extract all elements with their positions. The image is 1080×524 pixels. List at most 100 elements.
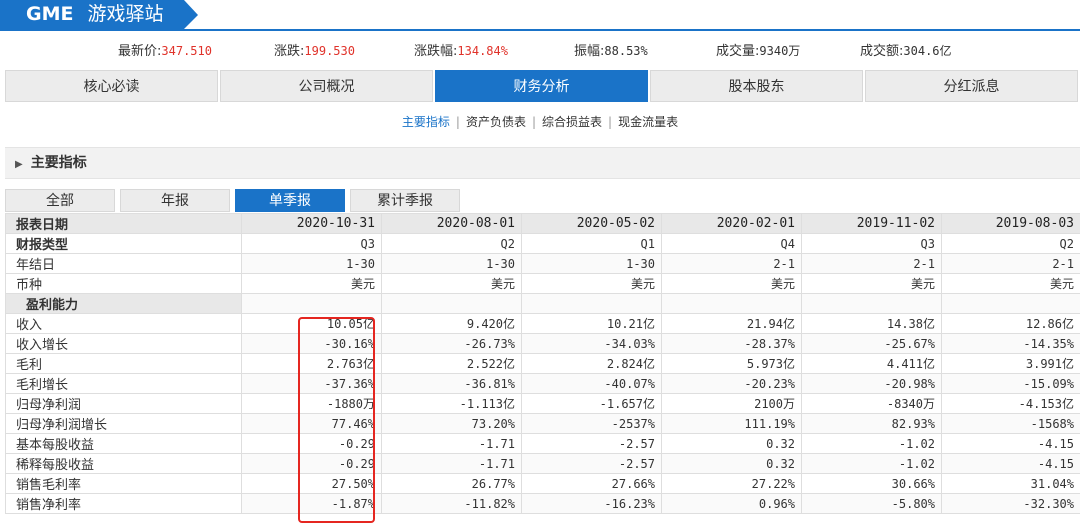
sub-navigation: 主要指标 | 资产负债表 | 综合损益表 | 现金流量表 (0, 113, 1080, 130)
stock-title: GME 游戏驿站 (0, 0, 198, 29)
quote-item: 最新价:347.510 (118, 40, 212, 59)
table-cell: -37.36% (241, 373, 382, 394)
table-cell: 30.66% (801, 473, 942, 494)
table-cell: 31.04% (941, 473, 1080, 494)
company-name: 游戏驿站 (87, 3, 164, 25)
tab-2[interactable]: 财务分析 (435, 70, 648, 102)
quote-item: 涨跌:199.530 (274, 40, 355, 59)
header-bar: GME 游戏驿站 (0, 0, 1080, 31)
table-cell: 0.32 (661, 433, 802, 454)
table-cell: Q3 (801, 233, 942, 254)
table-cell: 美元 (801, 273, 942, 294)
quote-item: 成交量:9340万 (716, 40, 800, 59)
quote-label: 最新价: (118, 44, 162, 59)
subnav-link[interactable]: 综合损益表 (542, 115, 602, 129)
quote-value: 304.6亿 (903, 44, 952, 58)
row-label: 盈利能力 (5, 293, 242, 314)
section-header[interactable]: ▶ 主要指标 (5, 147, 1080, 179)
quote-value: 347.510 (161, 44, 212, 58)
table-cell: 111.19% (661, 413, 802, 434)
tab-0[interactable]: 核心必读 (5, 70, 218, 102)
column-header-date: 2020-02-01 (661, 213, 802, 234)
table-cell: Q2 (941, 233, 1080, 254)
row-label: 归母净利润 (5, 393, 242, 414)
table-cell: 27.50% (241, 473, 382, 494)
row-label: 年结日 (5, 253, 242, 274)
table-cell (381, 293, 522, 314)
subnav-link[interactable]: 资产负债表 (466, 115, 526, 129)
row-label: 收入增长 (5, 333, 242, 354)
table-cell (801, 293, 942, 314)
table-cell: -1568% (941, 413, 1080, 434)
table-cell: 2-1 (941, 253, 1080, 274)
table-cell: 2.824亿 (521, 353, 662, 374)
table-cell: 美元 (521, 273, 662, 294)
table-cell: -0.29 (241, 433, 382, 454)
table-cell: -4.15 (941, 453, 1080, 474)
main-tabs: 核心必读 公司概况 财务分析 股本股东 分红派息 (5, 70, 1080, 102)
table-cell: -26.73% (381, 333, 522, 354)
row-label: 毛利 (5, 353, 242, 374)
table-cell: -34.03% (521, 333, 662, 354)
table-cell: -30.16% (241, 333, 382, 354)
table-row: 基本每股收益 -0.29 -1.71 -2.57 0.32 -1.02 -4.15 (5, 433, 1080, 454)
table-cell (241, 293, 382, 314)
tab-3[interactable]: 股本股东 (650, 70, 863, 102)
table-cell: 2.522亿 (381, 353, 522, 374)
column-header-date: 2019-11-02 (801, 213, 942, 234)
table-cell: 26.77% (381, 473, 522, 494)
table-cell: 美元 (241, 273, 382, 294)
table-cell: 10.05亿 (241, 313, 382, 334)
table-header-row: 报表日期 2020-10-31 2020-08-01 2020-05-02 2020-0… (5, 213, 1080, 234)
subnav-link[interactable]: 现金流量表 (618, 115, 678, 129)
period-tab[interactable]: 全部 (5, 189, 115, 212)
quote-value: 199.530 (304, 44, 355, 58)
table-cell: 3.991亿 (941, 353, 1080, 374)
table-cell: 0.96% (661, 493, 802, 514)
table-cell: 2.763亿 (241, 353, 382, 374)
column-header-date: 2020-05-02 (521, 213, 662, 234)
table-row: 销售净利率 -1.87% -11.82% -16.23% 0.96% -5.80% -32.… (5, 493, 1080, 514)
quote-label: 成交额: (860, 44, 904, 59)
period-tab[interactable]: 单季报 (235, 189, 345, 212)
table-cell: -0.29 (241, 453, 382, 474)
table-cell: 73.20% (381, 413, 522, 434)
table-row: 币种 美元 美元 美元 美元 美元 美元 (5, 273, 1080, 294)
row-label: 归母净利润增长 (5, 413, 242, 434)
table-row: 稀释每股收益 -0.29 -1.71 -2.57 0.32 -1.02 -4.15 (5, 453, 1080, 474)
period-tab[interactable]: 累计季报 (350, 189, 460, 212)
quote-value: 134.84% (457, 44, 508, 58)
header-band (0, 29, 1080, 31)
tab-4[interactable]: 分红派息 (865, 70, 1078, 102)
tab-1[interactable]: 公司概况 (220, 70, 433, 102)
section-title: 主要指标 (30, 155, 87, 171)
table-cell: -8340万 (801, 393, 942, 414)
table-row: 收入增长 -30.16% -26.73% -34.03% -28.37% -25.67% -… (5, 333, 1080, 354)
subnav-link[interactable]: 主要指标 (402, 115, 450, 129)
table-row: 年结日 1-30 1-30 1-30 2-1 2-1 2-1 (5, 253, 1080, 274)
table-cell: -20.23% (661, 373, 802, 394)
table-cell: 4.411亿 (801, 353, 942, 374)
quote-value: 9340万 (759, 44, 801, 58)
table-cell: -1.87% (241, 493, 382, 514)
table-cell: 2-1 (661, 253, 802, 274)
table-row: 收入 10.05亿 9.420亿 10.21亿 21.94亿 14.38亿 12.86亿 (5, 313, 1080, 334)
subnav-separator: | (608, 115, 613, 129)
table-cell: Q2 (381, 233, 522, 254)
table-row: 财报类型 Q3 Q2 Q1 Q4 Q3 Q2 (5, 233, 1080, 254)
table-cell: -25.67% (801, 333, 942, 354)
table-cell: 1-30 (381, 253, 522, 274)
row-label: 销售净利率 (5, 493, 242, 514)
group-row: 盈利能力 (5, 293, 1080, 314)
table-cell: -2537% (521, 413, 662, 434)
quote-item: 振幅:88.53% (574, 40, 648, 59)
quote-bar: 最新价:347.510 涨跌:199.530 涨跌幅:134.84% 振幅:88.53… (0, 40, 1080, 60)
quote-value: 88.53% (604, 44, 648, 58)
table-row: 毛利 2.763亿 2.522亿 2.824亿 5.973亿 4.411亿 3.991亿 (5, 353, 1080, 374)
quote-item: 涨跌幅:134.84% (414, 40, 508, 59)
period-tab[interactable]: 年报 (120, 189, 230, 212)
table-cell: 美元 (661, 273, 802, 294)
quote-label: 涨跌: (274, 44, 305, 59)
table-cell: -28.37% (661, 333, 802, 354)
table-cell: 1-30 (241, 253, 382, 274)
